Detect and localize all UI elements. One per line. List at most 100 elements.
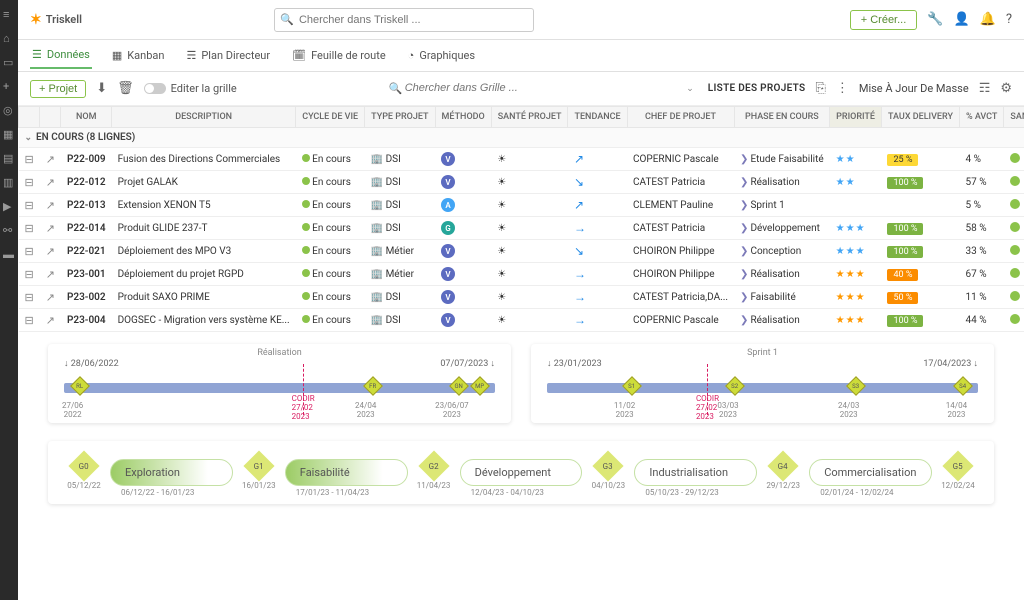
switch-icon[interactable]: [144, 83, 166, 94]
grid-search-input[interactable]: [387, 78, 567, 100]
table-row[interactable]: ⊟ ↗ P23-001 Déploiement du projet RGPD E…: [19, 263, 1024, 286]
wrench-icon[interactable]: 🔧: [927, 12, 943, 27]
link-icon[interactable]: ⚯: [3, 224, 15, 236]
col-desc[interactable]: DESCRIPTION: [112, 107, 296, 128]
table-row[interactable]: ⊟ ↗ P22-009 Fusion des Directions Commer…: [19, 148, 1024, 171]
col-phase[interactable]: PHASE EN COURS: [734, 107, 830, 128]
milestone[interactable]: S2: [725, 376, 745, 396]
cell-sante-projet: ☀: [491, 148, 568, 171]
table-row[interactable]: ⊟ ↗ P22-021 Déploiement des MPO V3 En co…: [19, 240, 1024, 263]
row-menu-icon[interactable]: ⊟: [19, 217, 40, 240]
cell-avct: 58 %: [959, 217, 1003, 240]
calendar-icon[interactable]: ▦: [3, 128, 15, 140]
row-link-icon[interactable]: ↗: [40, 263, 61, 286]
download-icon[interactable]: ⬇: [96, 81, 107, 96]
briefcase-icon[interactable]: ▬: [3, 248, 15, 260]
milestone[interactable]: FR: [363, 376, 383, 396]
milestone[interactable]: S4: [954, 376, 974, 396]
row-link-icon[interactable]: ↗: [40, 171, 61, 194]
gate[interactable]: G116/01/23: [239, 455, 279, 490]
group-row[interactable]: ⌄EN COURS (8 LIGNES): [19, 128, 1024, 148]
col-cycle[interactable]: CYCLE DE VIE: [296, 107, 365, 128]
menu-icon[interactable]: ≡: [3, 8, 15, 20]
row-link-icon[interactable]: ↗: [40, 194, 61, 217]
row-menu-icon[interactable]: ⊟: [19, 309, 40, 332]
help-icon[interactable]: ?: [1006, 12, 1012, 27]
row-menu-icon[interactable]: ⊟: [19, 263, 40, 286]
milestone[interactable]: MP: [471, 376, 491, 396]
col-tendance[interactable]: TENDANCE: [568, 107, 627, 128]
global-search-input[interactable]: [274, 8, 534, 32]
phase-box[interactable]: Industrialisation05/10/23 - 29/12/23: [634, 459, 757, 486]
col-chef[interactable]: CHEF DE PROJET: [627, 107, 734, 128]
milestone[interactable]: RL: [70, 376, 90, 396]
create-button[interactable]: + Créer...: [850, 10, 918, 30]
row-menu-icon[interactable]: ⊟: [19, 194, 40, 217]
tab-plan[interactable]: ☴Plan Directeur: [184, 43, 272, 68]
chart-icon[interactable]: ▤: [3, 152, 15, 164]
milestone[interactable]: S1: [622, 376, 642, 396]
more-icon[interactable]: ⋮: [836, 81, 849, 96]
folder-icon[interactable]: ▭: [3, 56, 15, 68]
columns-icon[interactable]: ☶: [979, 81, 991, 96]
mass-update-label[interactable]: Mise À Jour De Masse: [859, 82, 969, 95]
row-link-icon[interactable]: ↗: [40, 217, 61, 240]
clipboard-icon[interactable]: ▥: [3, 176, 15, 188]
gear-icon[interactable]: ⚙: [1000, 81, 1012, 96]
col-methodo[interactable]: MÉTHODO: [435, 107, 491, 128]
row-link-icon[interactable]: ↗: [40, 286, 61, 309]
table-row[interactable]: ⊟ ↗ P23-002 Produit SAXO PRIME En cours …: [19, 286, 1024, 309]
gate[interactable]: G429/12/23: [763, 455, 803, 490]
col-nom[interactable]: NOM: [61, 107, 112, 128]
row-link-icon[interactable]: ↗: [40, 148, 61, 171]
milestone[interactable]: GN: [449, 376, 469, 396]
cell-desc: Déploiement du projet RGPD: [112, 263, 296, 286]
phase-box[interactable]: Commercialisation02/01/24 - 12/02/24: [809, 459, 932, 486]
tab-kanban[interactable]: ▦Kanban: [110, 43, 167, 68]
row-menu-icon[interactable]: ⊟: [19, 148, 40, 171]
tab-graph[interactable]: ◔Graphiques: [406, 43, 477, 68]
cell-nom: P22-014: [61, 217, 112, 240]
play-icon[interactable]: ▶: [3, 200, 15, 212]
list-selector[interactable]: LISTE DES PROJETS: [708, 83, 806, 94]
add-project-button[interactable]: + Projet: [30, 80, 86, 98]
phase-box[interactable]: Faisabilité17/01/23 - 11/04/23: [285, 459, 408, 486]
table-row[interactable]: ⊟ ↗ P22-013 Extension XENON T5 En cours …: [19, 194, 1024, 217]
gate[interactable]: G005/12/22: [64, 455, 104, 490]
copy-icon[interactable]: ⎘: [815, 81, 825, 96]
cell-sante-budget: [1004, 240, 1024, 263]
edit-grid-toggle[interactable]: Editer la grille: [144, 82, 237, 95]
row-menu-icon[interactable]: ⊟: [19, 240, 40, 263]
phase-box[interactable]: Exploration06/12/22 - 16/01/23: [110, 459, 233, 486]
col-type[interactable]: TYPE PROJET: [365, 107, 435, 128]
milestone-date: 03/03 2023: [717, 401, 738, 419]
col-priorite[interactable]: PRIORITÉ: [830, 107, 882, 128]
target-icon[interactable]: ◎: [3, 104, 15, 116]
chevron-down-icon[interactable]: ⌄: [686, 84, 694, 94]
tab-donnees[interactable]: ☰Données: [30, 42, 92, 69]
milestone[interactable]: S3: [846, 376, 866, 396]
row-link-icon[interactable]: ↗: [40, 309, 61, 332]
col-avct[interactable]: % AVCT: [959, 107, 1003, 128]
gate[interactable]: G211/04/23: [414, 455, 454, 490]
row-menu-icon[interactable]: ⊟: [19, 171, 40, 194]
row-menu-icon[interactable]: ⊟: [19, 286, 40, 309]
phase-box[interactable]: Développement12/04/23 - 04/10/23: [460, 459, 583, 486]
gate[interactable]: G512/02/24: [938, 455, 978, 490]
col-delivery[interactable]: TAUX DELIVERY: [881, 107, 959, 128]
global-search[interactable]: 🔍: [274, 8, 534, 32]
row-link-icon[interactable]: ↗: [40, 240, 61, 263]
plus-icon[interactable]: +: [3, 80, 15, 92]
table-row[interactable]: ⊟ ↗ P23-004 DOGSEC - Migration vers syst…: [19, 309, 1024, 332]
trash-icon[interactable]: 🗑: [117, 81, 134, 96]
table-row[interactable]: ⊟ ↗ P22-012 Projet GALAK En cours 🏢 DSI …: [19, 171, 1024, 194]
grid-search[interactable]: 🔍: [387, 78, 567, 100]
table-row[interactable]: ⊟ ↗ P22-014 Produit GLIDE 237-T En cours…: [19, 217, 1024, 240]
home-icon[interactable]: ⌂: [3, 32, 15, 44]
col-sante-budget[interactable]: SANTÉ BUDGET: [1004, 107, 1024, 128]
gate[interactable]: G304/10/23: [588, 455, 628, 490]
bell-icon[interactable]: 🔔: [980, 12, 996, 27]
tab-feuille[interactable]: 🗓Feuille de route: [290, 43, 388, 68]
col-sante-projet[interactable]: SANTÉ PROJET: [491, 107, 568, 128]
user-icon[interactable]: 👤: [953, 12, 969, 27]
